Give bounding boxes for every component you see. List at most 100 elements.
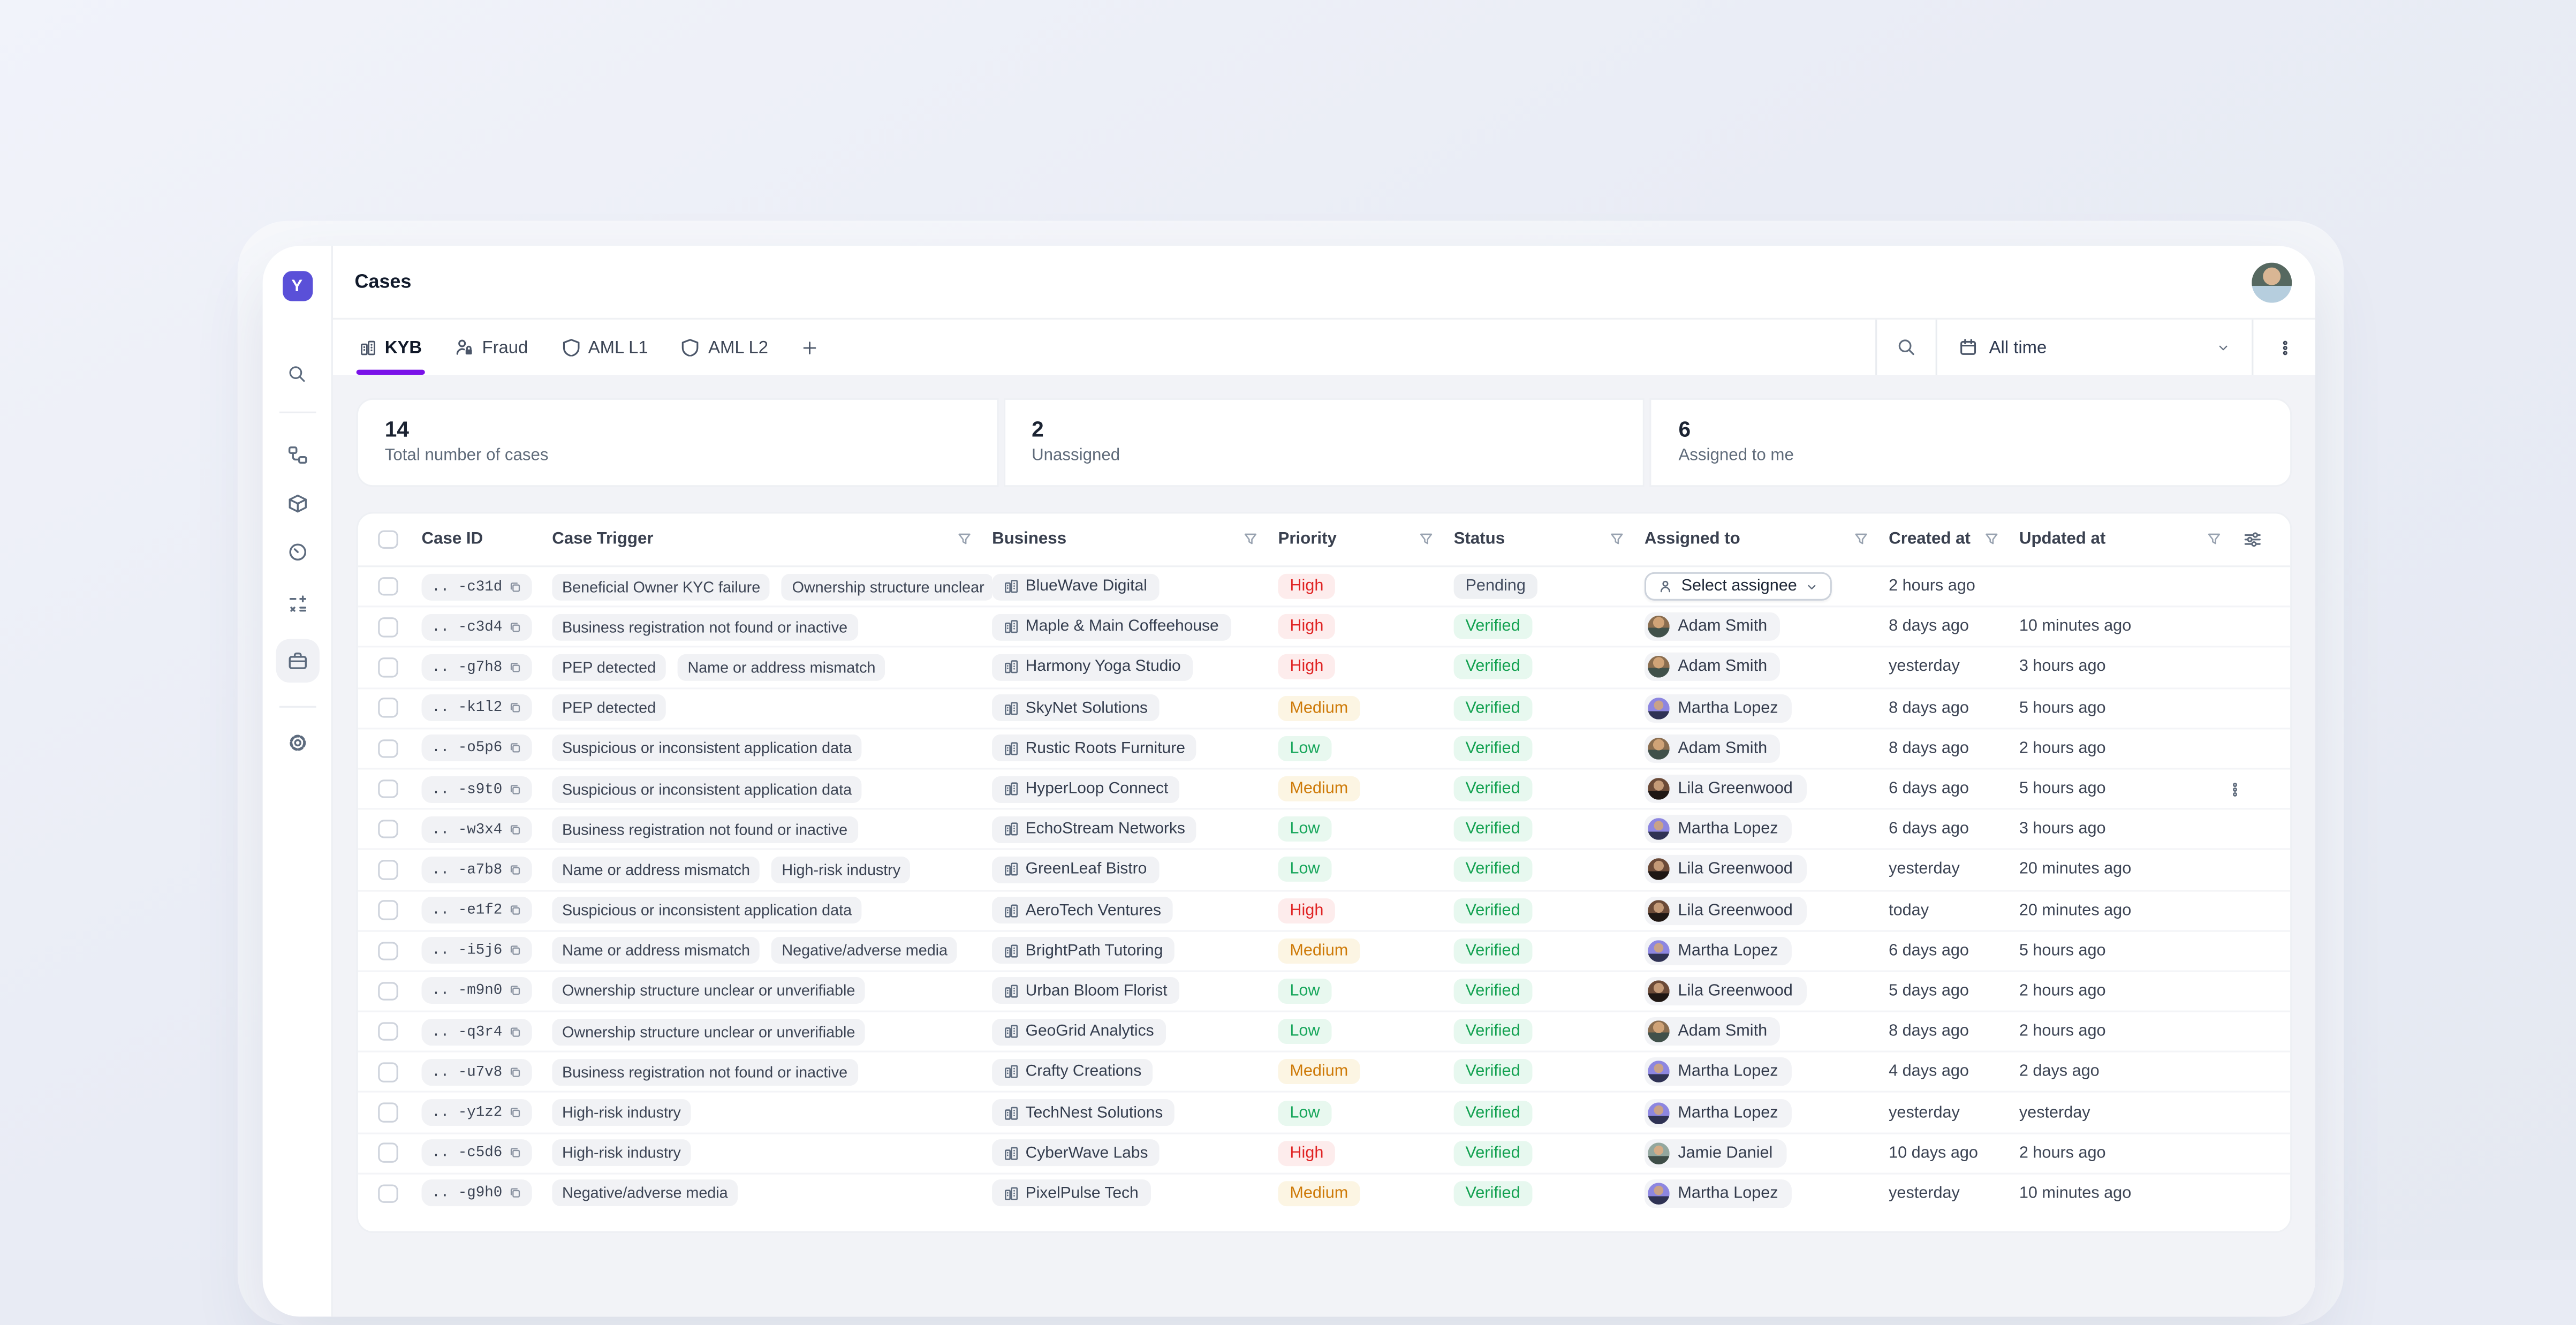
table-search-button[interactable] xyxy=(1875,320,1936,375)
case-id-chip[interactable]: .. -i5j6 xyxy=(422,937,533,964)
copy-icon[interactable] xyxy=(509,1187,522,1200)
tab-fraud[interactable]: Fraud xyxy=(456,320,528,375)
case-id-chip[interactable]: .. -c5d6 xyxy=(422,1140,533,1167)
row-checkbox[interactable] xyxy=(378,900,397,920)
assignee-chip[interactable]: Lila Greenwood xyxy=(1645,775,1806,803)
row-checkbox[interactable] xyxy=(378,820,397,839)
row-checkbox[interactable] xyxy=(378,941,397,960)
case-id-chip[interactable]: .. -q3r4 xyxy=(422,1018,533,1045)
tab-aml-l2[interactable]: AML L2 xyxy=(681,320,768,375)
business-chip[interactable]: HyperLoop Connect xyxy=(992,776,1180,802)
business-chip[interactable]: PixelPulse Tech xyxy=(992,1180,1150,1207)
column-header-trigger[interactable]: Case Trigger xyxy=(552,531,992,549)
select-all-checkbox[interactable] xyxy=(378,530,397,549)
tab-aml-l1[interactable]: AML L1 xyxy=(562,320,648,375)
row-checkbox[interactable] xyxy=(378,860,397,880)
case-id-chip[interactable]: .. -u7v8 xyxy=(422,1059,533,1086)
filter-funnel-icon[interactable] xyxy=(1984,532,1999,547)
assignee-chip[interactable]: Adam Smith xyxy=(1645,1017,1781,1046)
user-avatar[interactable] xyxy=(2252,262,2292,302)
select-assignee-button[interactable]: Select assignee xyxy=(1645,572,1832,601)
tab-kyb[interactable]: KYB xyxy=(360,320,422,375)
briefcase-icon[interactable] xyxy=(275,639,319,683)
copy-icon[interactable] xyxy=(509,701,522,715)
table-row[interactable]: .. -u7v8Business registration not found … xyxy=(358,1051,2290,1092)
table-row[interactable]: .. -g7h8PEP detectedName or address mism… xyxy=(358,646,2290,687)
more-options-button[interactable] xyxy=(2252,320,2315,375)
gear-icon[interactable] xyxy=(275,721,319,764)
calculator-icon[interactable] xyxy=(275,582,319,626)
copy-icon[interactable] xyxy=(509,580,522,593)
package-icon[interactable] xyxy=(275,482,319,525)
table-row[interactable]: .. -e1f2Suspicious or inconsistent appli… xyxy=(358,889,2290,930)
copy-icon[interactable] xyxy=(509,863,522,876)
row-checkbox[interactable] xyxy=(378,1103,397,1122)
column-header-id[interactable]: Case ID xyxy=(422,531,552,549)
row-checkbox[interactable] xyxy=(378,1063,397,1082)
table-row[interactable]: .. -s9t0Suspicious or inconsistent appli… xyxy=(358,768,2290,808)
column-header-status[interactable]: Status xyxy=(1454,531,1645,549)
table-row[interactable]: .. -q3r4Ownership structure unclear or u… xyxy=(358,1011,2290,1051)
table-row[interactable]: .. -k1l2PEP detectedSkyNet SolutionsMedi… xyxy=(358,687,2290,728)
column-header-updated[interactable]: Updated at xyxy=(2019,531,2203,549)
row-checkbox[interactable] xyxy=(378,981,397,1001)
copy-icon[interactable] xyxy=(509,620,522,634)
assignee-chip[interactable]: Lila Greenwood xyxy=(1645,896,1806,925)
case-id-chip[interactable]: .. -s9t0 xyxy=(422,776,533,802)
assignee-chip[interactable]: Adam Smith xyxy=(1645,734,1781,762)
assignee-chip[interactable]: Jamie Daniel xyxy=(1645,1139,1786,1167)
copy-icon[interactable] xyxy=(509,1025,522,1039)
case-id-chip[interactable]: .. -e1f2 xyxy=(422,897,533,923)
column-header-priority[interactable]: Priority xyxy=(1278,531,1454,549)
filter-funnel-icon[interactable] xyxy=(1854,532,1869,547)
row-checkbox[interactable] xyxy=(378,739,397,758)
copy-icon[interactable] xyxy=(509,1065,522,1079)
business-chip[interactable]: Harmony Yoga Studio xyxy=(992,654,1192,681)
column-header-created[interactable]: Created at xyxy=(1889,531,2019,549)
copy-icon[interactable] xyxy=(509,741,522,755)
case-id-chip[interactable]: .. -y1z2 xyxy=(422,1099,533,1126)
row-checkbox[interactable] xyxy=(378,577,397,596)
date-filter-dropdown[interactable]: All time xyxy=(1936,320,2252,375)
row-checkbox[interactable] xyxy=(378,658,397,677)
business-chip[interactable]: TechNest Solutions xyxy=(992,1099,1175,1126)
assignee-chip[interactable]: Adam Smith xyxy=(1645,653,1781,682)
search-icon[interactable] xyxy=(275,351,319,395)
assignee-chip[interactable]: Lila Greenwood xyxy=(1645,977,1806,1005)
row-checkbox[interactable] xyxy=(378,698,397,717)
table-row[interactable]: .. -c3d4Business registration not found … xyxy=(358,606,2290,647)
case-id-chip[interactable]: .. -m9n0 xyxy=(422,978,533,1004)
business-chip[interactable]: GeoGrid Analytics xyxy=(992,1018,1165,1045)
case-id-chip[interactable]: .. -g9h0 xyxy=(422,1180,533,1207)
copy-icon[interactable] xyxy=(509,661,522,674)
table-row[interactable]: .. -i5j6Name or address mismatchNegative… xyxy=(358,930,2290,971)
business-chip[interactable]: CyberWave Labs xyxy=(992,1140,1160,1167)
assignee-chip[interactable]: Adam Smith xyxy=(1645,613,1781,641)
app-logo[interactable]: Y xyxy=(282,271,312,301)
table-row[interactable]: .. -o5p6Suspicious or inconsistent appli… xyxy=(358,728,2290,768)
copy-icon[interactable] xyxy=(509,944,522,957)
table-row[interactable]: .. -c31dBeneficial Owner KYC failureOwne… xyxy=(358,567,2290,605)
assignee-chip[interactable]: Martha Lopez xyxy=(1645,936,1792,965)
business-chip[interactable]: AeroTech Ventures xyxy=(992,897,1173,923)
case-id-chip[interactable]: .. -c31d xyxy=(422,573,533,600)
business-chip[interactable]: GreenLeaf Bistro xyxy=(992,857,1158,883)
business-chip[interactable]: Crafty Creations xyxy=(992,1059,1153,1086)
assignee-chip[interactable]: Martha Lopez xyxy=(1645,1179,1792,1208)
row-checkbox[interactable] xyxy=(378,1184,397,1203)
case-id-chip[interactable]: .. -c3d4 xyxy=(422,614,533,640)
business-chip[interactable]: Urban Bloom Florist xyxy=(992,978,1179,1004)
column-settings-icon[interactable] xyxy=(2244,531,2262,549)
case-id-chip[interactable]: .. -o5p6 xyxy=(422,735,533,762)
column-header-assigned[interactable]: Assigned to xyxy=(1645,531,1889,549)
assignee-chip[interactable]: Martha Lopez xyxy=(1645,1058,1792,1086)
filter-funnel-icon[interactable] xyxy=(1609,532,1624,547)
workflow-icon[interactable] xyxy=(275,433,319,476)
filter-funnel-icon[interactable] xyxy=(1419,532,1434,547)
table-row[interactable]: .. -m9n0Ownership structure unclear or u… xyxy=(358,970,2290,1011)
case-id-chip[interactable]: .. -a7b8 xyxy=(422,857,533,883)
assignee-chip[interactable]: Martha Lopez xyxy=(1645,694,1792,722)
copy-icon[interactable] xyxy=(509,782,522,796)
history-icon[interactable] xyxy=(275,531,319,574)
row-checkbox[interactable] xyxy=(378,617,397,637)
